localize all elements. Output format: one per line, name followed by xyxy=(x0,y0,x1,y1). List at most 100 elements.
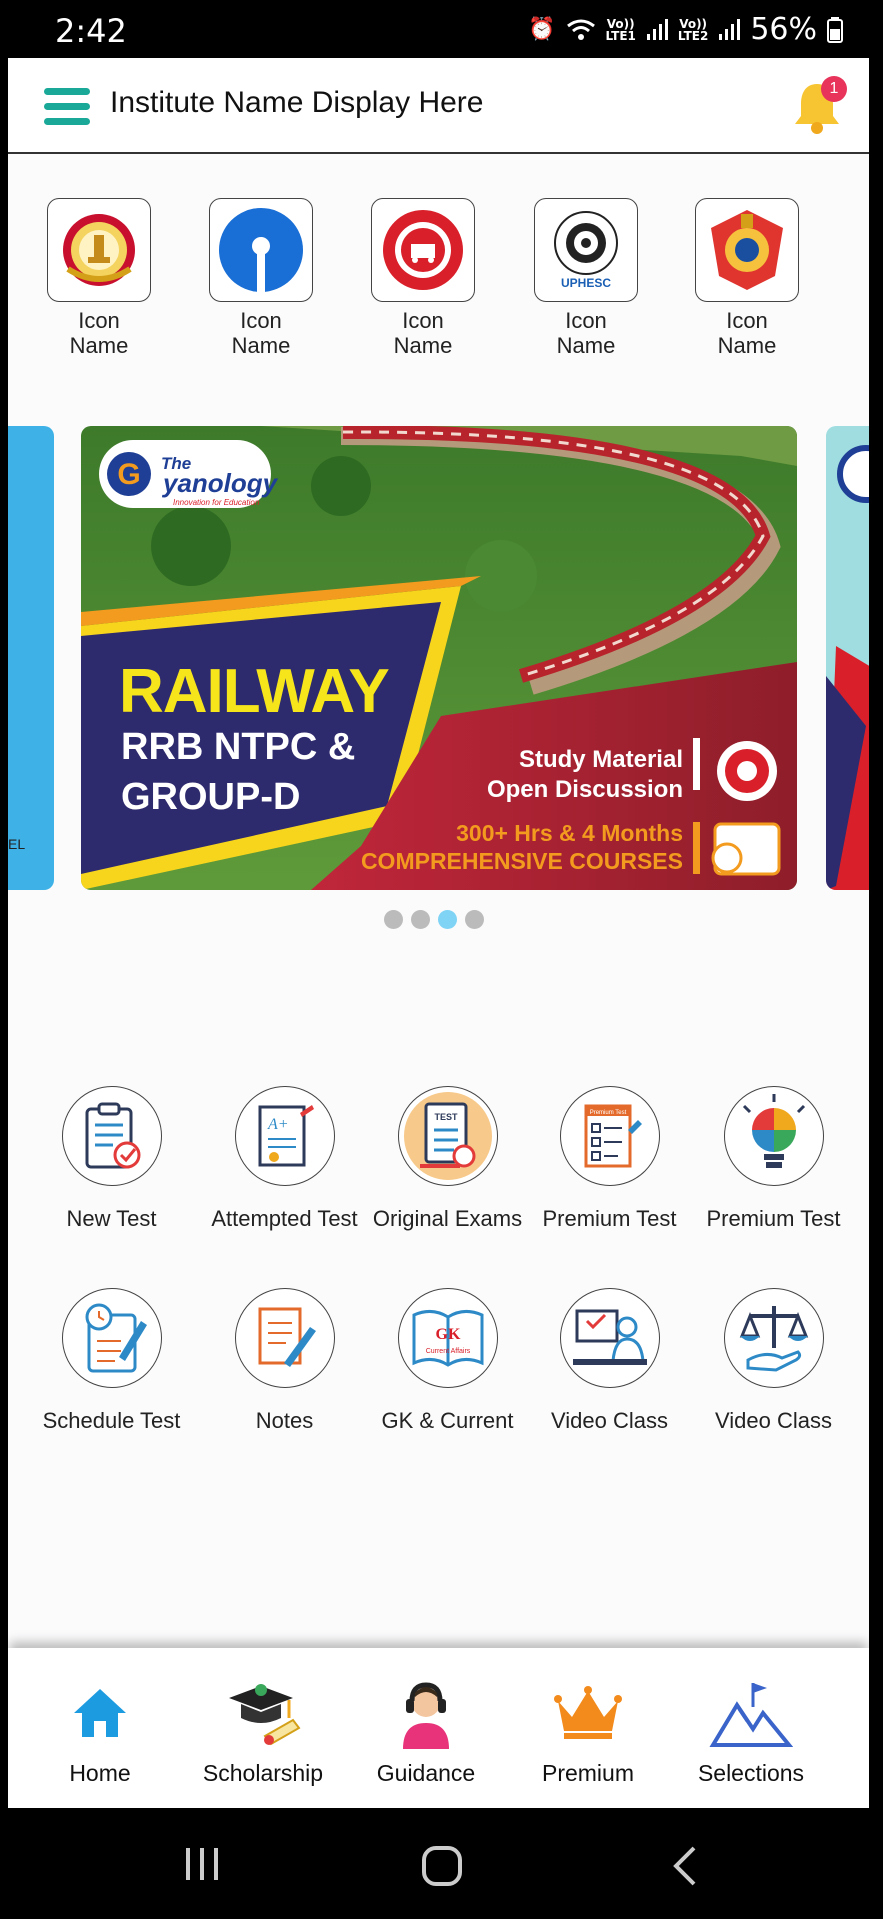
nav-label: Home xyxy=(69,1760,131,1786)
schedule-clipboard-icon xyxy=(85,1303,147,1373)
tile-icon-circle: A+ xyxy=(234,1086,335,1186)
carousel-prev-slide[interactable]: EL xyxy=(8,426,54,890)
prev-slide-text: EL xyxy=(8,836,26,852)
nav-premium[interactable]: Premium xyxy=(508,1678,668,1787)
nav-scholarship[interactable]: Scholarship xyxy=(183,1678,343,1787)
banner-feature1: Study Material xyxy=(518,746,683,773)
crown-icon xyxy=(508,1678,668,1748)
hamburger-menu-icon[interactable] xyxy=(44,88,90,126)
next-slide-preview xyxy=(826,445,869,890)
headset-agent-icon xyxy=(346,1678,506,1749)
feature-tile-new-test[interactable]: New Test xyxy=(30,1086,193,1232)
carousel-dots xyxy=(384,910,484,929)
puzzle-bulb-icon xyxy=(742,1094,805,1168)
ssc-emblem-icon xyxy=(63,214,135,286)
recent-apps-icon[interactable] xyxy=(182,1844,222,1884)
nav-guidance[interactable]: Guidance xyxy=(346,1678,506,1787)
test-clipboard-icon: TEST xyxy=(403,1092,492,1180)
nav-selections[interactable]: Selections xyxy=(671,1678,831,1787)
graduation-cap-icon xyxy=(183,1678,343,1748)
alarm-icon: ⏰ xyxy=(528,16,556,42)
premium-test-sheet-icon: Premium Test xyxy=(584,1104,642,1168)
category-icon-box xyxy=(371,198,475,302)
video-class-icon xyxy=(572,1309,647,1365)
app-screen: Institute Name Display Here 1 Icon Name … xyxy=(8,58,869,1808)
category-item[interactable]: Icon Name xyxy=(44,198,154,358)
banner-duration: 300+ Hrs & 4 Months xyxy=(456,820,683,846)
app-bar: Institute Name Display Here 1 xyxy=(8,58,869,154)
banner-sub1: RRB NTPC & xyxy=(121,726,356,768)
brand-tagline: Innovation for Education xyxy=(173,498,260,507)
tile-icon-circle: TEST xyxy=(397,1086,498,1186)
nav-label: Scholarship xyxy=(202,1760,324,1786)
tile-icon-circle xyxy=(234,1288,335,1388)
carousel-dot[interactable] xyxy=(465,910,484,929)
feature-tile-premium-test-2[interactable]: Premium Test xyxy=(692,1086,855,1232)
tile-icon-circle: Premium Test xyxy=(559,1086,660,1186)
institute-title: Institute Name Display Here xyxy=(110,86,484,119)
category-label: Icon Name xyxy=(69,308,129,358)
nav-label: Selections xyxy=(697,1760,805,1786)
category-item[interactable]: Icon Name xyxy=(368,198,478,358)
battery-percent: 56% xyxy=(750,12,817,47)
tile-label: GK & Current xyxy=(381,1408,514,1433)
category-item[interactable]: Icon Name xyxy=(692,198,802,358)
notification-badge: 1 xyxy=(821,76,847,102)
banner-carousel[interactable]: EL G The yanology Innovation for Educati… xyxy=(8,426,869,890)
status-bar: 2:42 ⏰ Vo)) LTE1 Vo)) LTE2 56% xyxy=(0,0,883,60)
current-affairs-text: Current Affairs xyxy=(425,1348,470,1355)
brand-name: yanology xyxy=(163,468,278,498)
bottom-navigation: Home Scholarship Guidance Premium Select… xyxy=(8,1648,869,1808)
category-label: Icon Name xyxy=(717,308,777,358)
carousel-dot[interactable] xyxy=(384,910,403,929)
feature-tile-attempted-test[interactable]: A+ Attempted Test xyxy=(203,1086,366,1232)
aplus-text: A+ xyxy=(267,1116,289,1133)
home-button-icon[interactable] xyxy=(420,1844,464,1888)
nav-home[interactable]: Home xyxy=(20,1678,180,1787)
notes-pen-icon xyxy=(258,1307,316,1367)
category-item[interactable]: UPHESC Icon Name xyxy=(531,198,641,358)
feature-tile-schedule-test[interactable]: Schedule Test xyxy=(30,1288,193,1434)
feature-tile-notes[interactable]: Notes xyxy=(203,1288,366,1434)
carousel-next-slide[interactable] xyxy=(826,426,869,890)
tile-label: Premium Test xyxy=(706,1206,841,1231)
tile-icon-circle xyxy=(559,1288,660,1388)
wifi-icon xyxy=(566,19,595,40)
banner-sub2: GROUP-D xyxy=(121,776,301,818)
feature-tile-video-class[interactable]: Video Class xyxy=(528,1288,691,1434)
banner-feature2: Open Discussion xyxy=(486,776,683,803)
tile-icon-circle xyxy=(723,1288,824,1388)
feature-tile-original-exams[interactable]: TEST Original Exams xyxy=(366,1086,529,1232)
uphesc-badge-text: UPHESC xyxy=(560,276,611,290)
feature-tile-premium-test[interactable]: Premium Test Premium Test xyxy=(528,1086,691,1232)
scales-icon xyxy=(739,1306,808,1372)
railway-banner[interactable]: G The yanology Innovation for Education … xyxy=(81,426,797,890)
indian-railways-icon xyxy=(383,210,463,290)
status-time: 2:42 xyxy=(55,12,127,50)
status-icons: ⏰ Vo)) LTE1 Vo)) LTE2 56% xyxy=(528,12,843,47)
category-icon-box xyxy=(209,198,313,302)
graded-paper-icon: A+ xyxy=(258,1105,314,1167)
gk-text: GK xyxy=(435,1326,460,1343)
category-item[interactable]: Icon Name xyxy=(206,198,316,358)
feature-tile-video-class-2[interactable]: Video Class xyxy=(692,1288,855,1434)
tile-label: Schedule Test xyxy=(42,1408,181,1433)
battery-icon xyxy=(827,16,843,43)
tile-label: Video Class xyxy=(715,1408,832,1433)
premium-label-text: Premium Test xyxy=(589,1110,626,1116)
home-icon xyxy=(20,1678,180,1748)
sim2-label: Vo)) LTE2 xyxy=(677,16,709,43)
svg-text:G: G xyxy=(117,458,140,491)
back-icon[interactable] xyxy=(670,1844,700,1888)
nav-label: Premium xyxy=(541,1760,634,1786)
sim1-label: Vo)) LTE1 xyxy=(605,16,636,43)
carousel-dot-active[interactable] xyxy=(438,910,457,929)
signal-icon xyxy=(719,18,741,40)
category-label: Icon Name xyxy=(556,308,616,358)
tile-icon-circle: GK Current Affairs xyxy=(397,1288,498,1388)
category-label: Icon Name xyxy=(393,308,453,358)
category-icon-box: UPHESC xyxy=(534,198,638,302)
feature-tile-gk-current[interactable]: GK Current Affairs GK & Current xyxy=(366,1288,529,1434)
notification-button[interactable]: 1 xyxy=(791,76,847,136)
carousel-dot[interactable] xyxy=(411,910,430,929)
